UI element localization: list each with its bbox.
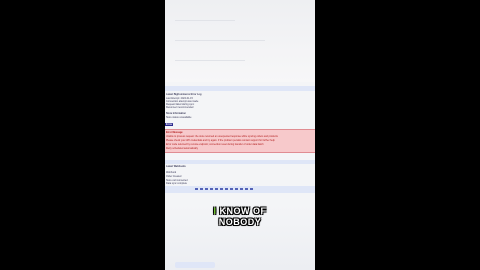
footer-blue-element (175, 262, 215, 268)
upper-line: Reconnect recommended (166, 106, 194, 109)
toolbar-button[interactable] (240, 188, 243, 190)
caption-highlight-word: I (213, 206, 217, 216)
divider (175, 60, 245, 61)
store-line: Store status unavailable (166, 116, 192, 119)
video-caption: I KNOW OF NOBODY (200, 206, 280, 228)
error-line: Retry scheduled automatically (166, 147, 198, 150)
toolbar-button[interactable] (195, 188, 198, 190)
divider (175, 40, 265, 41)
error-line: Unable to process request: the store ret… (166, 135, 278, 138)
toolbar-button[interactable] (225, 188, 228, 190)
section-header-bar (165, 160, 315, 164)
upper-heading: Latest BigCommerce Error Log (166, 93, 202, 96)
screenshot-panel: Latest BigCommerce Error Log Last Attemp… (165, 0, 315, 270)
toolbar-button[interactable] (205, 188, 208, 190)
caption-line1: KNOW OF (219, 206, 267, 216)
toolbar-button[interactable] (200, 188, 203, 190)
toolbar-button[interactable] (230, 188, 233, 190)
error-title: Error Message (166, 131, 183, 134)
error-message-box: Error Message Unable to process request:… (165, 129, 315, 153)
blurred-header-region (165, 0, 315, 82)
error-line: Error code returned by remote endpoint; … (166, 143, 264, 146)
pagination-toolbar (165, 186, 315, 193)
toolbar-button[interactable] (210, 188, 213, 190)
toolbar-button[interactable] (245, 188, 248, 190)
toolbar-button[interactable] (215, 188, 218, 190)
caption-line2: NOBODY (218, 217, 262, 227)
section-header-bar (165, 86, 315, 91)
webhooks-heading: Latest Webhooks (166, 165, 186, 168)
webhook-line: Order Created (166, 175, 182, 178)
divider (175, 20, 235, 21)
store-heading: Store Information (166, 112, 186, 115)
webhook-line: Data sync complete (166, 182, 187, 185)
toolbar-button[interactable] (235, 188, 238, 190)
webhook-line: Webhook (166, 171, 177, 174)
toolbar-button[interactable] (250, 188, 253, 190)
error-tab[interactable]: Error (165, 123, 174, 126)
toolbar-button[interactable] (220, 188, 223, 190)
error-line: Please check your API credentials and tr… (166, 139, 275, 142)
